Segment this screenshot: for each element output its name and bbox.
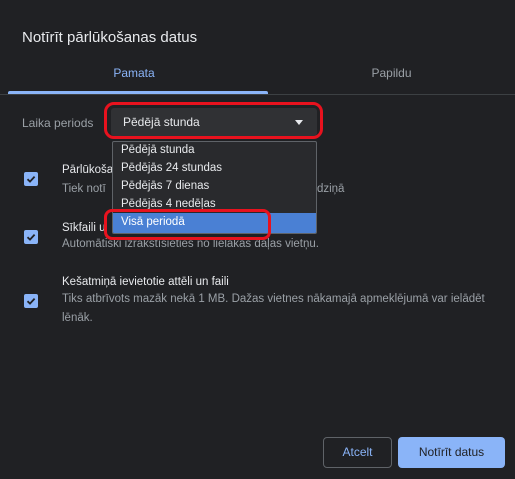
dialog-title: Notīrīt pārlūkošanas datus [22,29,198,46]
tab-bar: Pamata Papildu [0,58,515,94]
item-title: Kešatmiņā ievietotie attēli un faili [62,276,229,288]
tab-divider [0,94,515,95]
annotation-highlight-select [104,102,323,139]
checkmark-icon [26,175,36,183]
annotation-highlight-option [104,209,271,240]
checkbox-cached-images[interactable] [24,294,38,308]
tab-basic[interactable]: Pamata [0,58,268,94]
item-description: Tiks atbrīvots mazāk nekā 1 MB. Dažas vi… [62,293,485,324]
checkmark-icon [26,233,36,241]
option-last-7-days[interactable]: Pēdējās 7 dienas [113,178,316,196]
item-title: Sīkfaili u [62,222,106,234]
cancel-button[interactable]: Atcelt [323,437,392,468]
clear-browsing-data-dialog: Notīrīt pārlūkošanas datus Pamata Papild… [0,0,515,479]
option-last-24-hours[interactable]: Pēdējās 24 stundas [113,160,316,178]
item-description-start: Tiek notī [62,183,106,195]
checkmark-icon [26,297,36,305]
checkbox-browsing-history[interactable] [24,172,38,186]
option-last-hour[interactable]: Pēdējā stunda [113,142,316,160]
time-range-label: Laika periods [22,116,94,130]
item-title: Pārlūkoša [62,164,114,176]
checkbox-cookies[interactable] [24,230,38,244]
tab-advanced[interactable]: Papildu [268,58,515,94]
clear-data-button[interactable]: Notīrīt datus [398,437,505,468]
